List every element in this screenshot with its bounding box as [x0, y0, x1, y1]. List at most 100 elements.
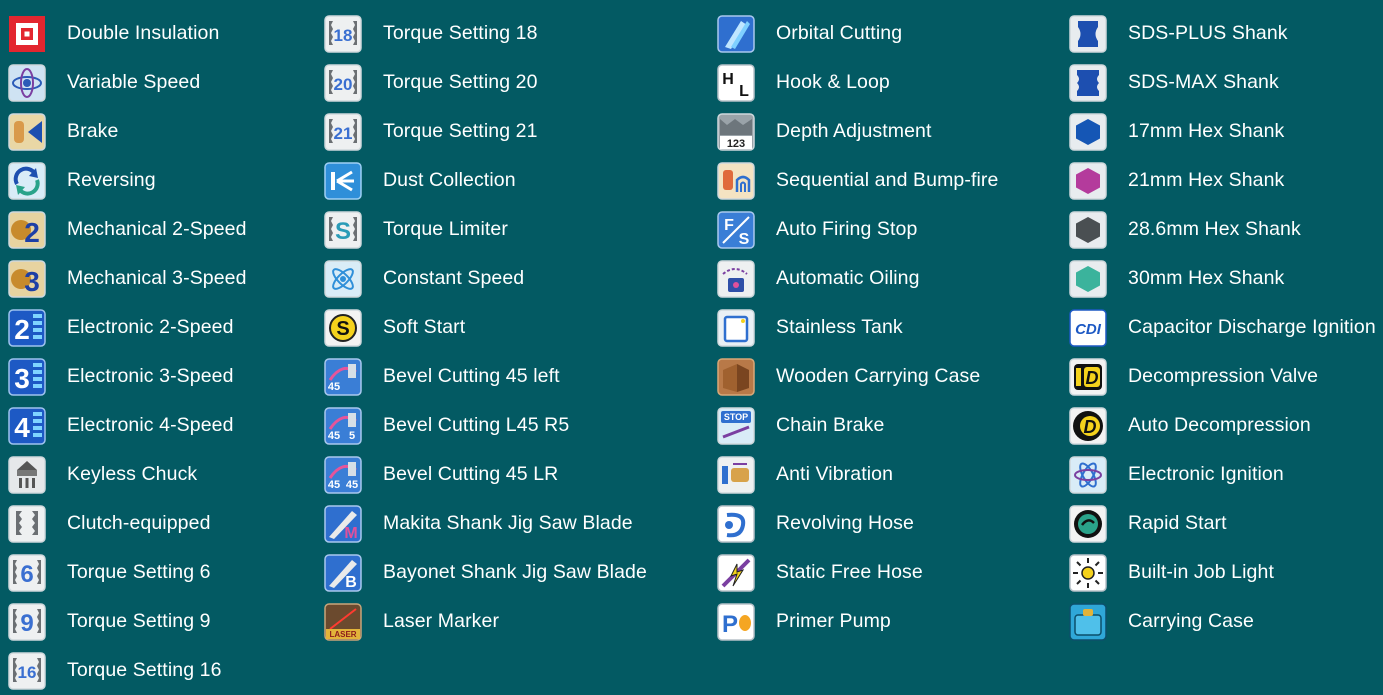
svg-text:S: S — [335, 218, 351, 245]
mechanical-2-speed-icon: 2 — [7, 210, 47, 249]
jig-saw-blade-icon: B — [323, 553, 363, 592]
legend-item: Dust Collection — [323, 156, 647, 205]
legend-item: 45 Bevel Cutting 45 left — [323, 352, 647, 401]
legend-label: Torque Limiter — [383, 218, 508, 240]
laser-marker-icon: LASER — [323, 602, 363, 641]
clutch-icon — [7, 504, 47, 543]
legend-item: 20 Torque Setting 20 — [323, 58, 647, 107]
electronic-2-speed-icon: 2 — [7, 308, 47, 347]
legend-label: Torque Setting 6 — [67, 561, 211, 583]
bevel-cutting-icon: 45 5 — [323, 406, 363, 445]
legend-label: Reversing — [67, 169, 156, 191]
legend-column-4: SDS-PLUS Shank SDS-MAX Shank 17mm Hex Shan… — [1068, 9, 1376, 646]
electronic-4-speed-icon: 4 — [7, 406, 47, 445]
svg-text:5: 5 — [349, 430, 355, 442]
svg-text:B: B — [345, 574, 357, 591]
keyless-chuck-icon — [7, 455, 47, 494]
legend-item: CDI Capacitor Discharge Ignition — [1068, 303, 1376, 352]
depth-adjustment-icon: 123 — [716, 112, 756, 151]
svg-text:9: 9 — [20, 610, 33, 637]
legend-label: Clutch-equipped — [67, 512, 211, 534]
legend-item: S Soft Start — [323, 303, 647, 352]
legend-item: STOP Chain Brake — [716, 401, 998, 450]
legend-item: Wooden Carrying Case — [716, 352, 998, 401]
torque-setting-icon: 18 — [323, 14, 363, 53]
legend-item: SDS-MAX Shank — [1068, 58, 1376, 107]
bump-fire-icon — [716, 161, 756, 200]
legend-label: Keyless Chuck — [67, 463, 198, 485]
soft-start-icon: S — [323, 308, 363, 347]
legend-label: Variable Speed — [67, 71, 201, 93]
legend-label: Bevel Cutting 45 LR — [383, 463, 559, 485]
legend-item: D Auto Decompression — [1068, 401, 1376, 450]
legend-item: Electronic Ignition — [1068, 450, 1376, 499]
legend-label: 21mm Hex Shank — [1128, 169, 1285, 191]
decompression-valve-icon: D — [1068, 357, 1108, 396]
legend-label: Electronic 3-Speed — [67, 365, 234, 387]
legend-label: Wooden Carrying Case — [776, 365, 981, 387]
svg-text:CDI: CDI — [1075, 321, 1102, 338]
legend-label: Torque Setting 18 — [383, 22, 538, 44]
legend-label: Auto Firing Stop — [776, 218, 918, 240]
legend-item: Built-in Job Light — [1068, 548, 1376, 597]
legend-label: Sequential and Bump-fire — [776, 169, 999, 191]
legend-column-1: Double Insulation Variable Speed Brake Reve… — [7, 9, 247, 695]
legend-label: Torque Setting 21 — [383, 120, 538, 142]
legend-item: Constant Speed — [323, 254, 647, 303]
torque-setting-icon: 6 — [7, 553, 47, 592]
legend-item: LASER Laser Marker — [323, 597, 647, 646]
electronic-ignition-icon — [1068, 455, 1108, 494]
legend-label: Torque Setting 16 — [67, 659, 222, 681]
orbital-cutting-icon — [716, 14, 756, 53]
legend-label: SDS-PLUS Shank — [1128, 22, 1288, 44]
legend-item: 16 Torque Setting 16 — [7, 646, 247, 695]
feature-legend: Double Insulation Variable Speed Brake Reve… — [0, 0, 1383, 690]
svg-text:3: 3 — [14, 363, 30, 394]
svg-text:20: 20 — [334, 75, 353, 94]
legend-item: Revolving Hose — [716, 499, 998, 548]
legend-item: Orbital Cutting — [716, 9, 998, 58]
svg-text:2: 2 — [14, 314, 30, 345]
legend-item: 21 Torque Setting 21 — [323, 107, 647, 156]
legend-item: S Torque Limiter — [323, 205, 647, 254]
svg-text:16: 16 — [18, 663, 37, 682]
torque-setting-icon: 9 — [7, 602, 47, 641]
svg-text:123: 123 — [727, 138, 745, 150]
chain-brake-icon: STOP — [716, 406, 756, 445]
stainless-tank-icon — [716, 308, 756, 347]
torque-limiter-icon: S — [323, 210, 363, 249]
legend-item: SDS-PLUS Shank — [1068, 9, 1376, 58]
svg-text:D: D — [1086, 368, 1099, 388]
svg-text:2: 2 — [24, 217, 40, 248]
legend-item: 123 Depth Adjustment — [716, 107, 998, 156]
legend-item: Automatic Oiling — [716, 254, 998, 303]
svg-text:4: 4 — [14, 412, 30, 443]
sds-max-shank-icon — [1068, 63, 1108, 102]
hook-and-loop-icon: HL — [716, 63, 756, 102]
automatic-oiling-icon — [716, 259, 756, 298]
legend-item: 4 Electronic 4-Speed — [7, 401, 247, 450]
svg-text:P: P — [722, 611, 738, 638]
legend-label: Stainless Tank — [776, 316, 903, 338]
svg-text:H: H — [722, 71, 734, 88]
legend-item: Anti Vibration — [716, 450, 998, 499]
legend-item: 21mm Hex Shank — [1068, 156, 1376, 205]
legend-label: Depth Adjustment — [776, 120, 932, 142]
svg-text:3: 3 — [24, 266, 40, 297]
legend-item: 6 Torque Setting 6 — [7, 548, 247, 597]
job-light-icon — [1068, 553, 1108, 592]
wooden-case-icon — [716, 357, 756, 396]
legend-label: Bayonet Shank Jig Saw Blade — [383, 561, 647, 583]
svg-text:18: 18 — [334, 26, 353, 45]
constant-speed-icon — [323, 259, 363, 298]
carrying-case-icon — [1068, 602, 1108, 641]
hex-shank-icon — [1068, 259, 1108, 298]
legend-item: P Primer Pump — [716, 597, 998, 646]
sds-plus-shank-icon — [1068, 14, 1108, 53]
legend-label: Electronic 4-Speed — [67, 414, 234, 436]
legend-item: H L Hook & Loop — [716, 58, 998, 107]
legend-label: Torque Setting 20 — [383, 71, 538, 93]
auto-firing-stop-icon: FS — [716, 210, 756, 249]
hex-shank-icon — [1068, 112, 1108, 151]
legend-item: Stainless Tank — [716, 303, 998, 352]
